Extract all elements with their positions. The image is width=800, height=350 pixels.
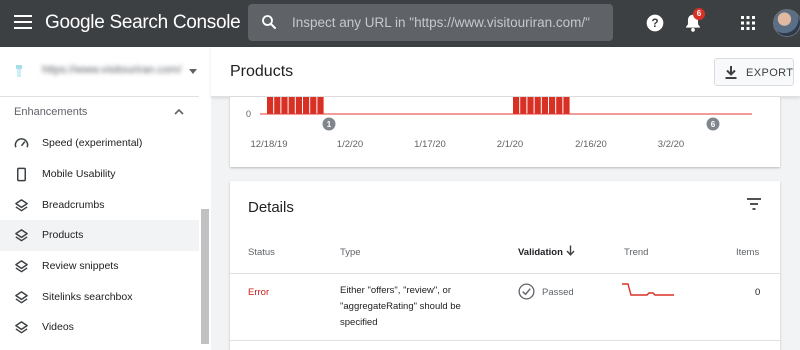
layers-icon bbox=[15, 229, 28, 242]
error-bar bbox=[563, 97, 570, 114]
filter-icon[interactable] bbox=[746, 197, 762, 211]
sidebar-item-products[interactable]: Products bbox=[0, 220, 199, 251]
table-header-divider bbox=[230, 273, 780, 274]
annotation-marker-1[interactable]: 1 bbox=[322, 117, 336, 131]
sidebar-item-label: Review snippets bbox=[42, 260, 119, 272]
top-app-bar: Google Search Console ? 6 bbox=[0, 0, 800, 47]
error-bar bbox=[288, 97, 295, 114]
sidebar-item-review-snippets[interactable]: Review snippets bbox=[0, 251, 199, 282]
layers-icon bbox=[15, 321, 28, 334]
dropdown-arrow-icon[interactable] bbox=[189, 69, 197, 74]
export-button-label: EXPORT bbox=[746, 67, 794, 79]
table-row-divider bbox=[230, 340, 780, 341]
app-title[interactable]: Google Search Console bbox=[45, 12, 241, 34]
sort-descending-icon[interactable] bbox=[566, 245, 575, 256]
sidebar-item-label: Videos bbox=[42, 321, 74, 333]
row-type: Either "offers", "review", or "aggregate… bbox=[340, 285, 461, 328]
layers-icon bbox=[15, 291, 28, 304]
account-avatar[interactable] bbox=[773, 9, 800, 37]
sidebar-scrollbar-thumb[interactable] bbox=[201, 209, 209, 344]
issues-chart[interactable]: 0 1 6 12/18/19 1/2/20 1/17/20 2/1/20 2/1… bbox=[230, 97, 780, 167]
svg-text:?: ? bbox=[651, 17, 658, 30]
error-bar bbox=[310, 97, 317, 114]
column-header-validation[interactable]: Validation bbox=[518, 247, 563, 258]
sidebar-item-videos[interactable]: Videos bbox=[0, 312, 199, 343]
sidebar-item-sitelinks-searchbox[interactable]: Sitelinks searchbox bbox=[0, 282, 199, 313]
search-input[interactable] bbox=[292, 4, 604, 41]
property-selector[interactable]: https://www.visitouriran.com/ bbox=[0, 47, 211, 97]
sidebar-item-label: Mobile Usability bbox=[42, 168, 116, 180]
page-header: Products EXPORT bbox=[211, 47, 800, 97]
url-inspection-search[interactable] bbox=[248, 4, 613, 41]
column-header-trend[interactable]: Trend bbox=[624, 247, 648, 258]
chevron-up-icon[interactable] bbox=[173, 106, 185, 118]
error-bar bbox=[541, 97, 548, 114]
help-icon[interactable]: ? bbox=[645, 13, 665, 33]
x-tick-label: 3/2/20 bbox=[658, 139, 684, 150]
error-bar bbox=[303, 97, 310, 114]
details-card: Details Status Type Validation Trend Ite… bbox=[230, 181, 780, 350]
sidebar-item-breadcrumbs[interactable]: Breadcrumbs bbox=[0, 190, 199, 221]
x-tick-label: 2/1/20 bbox=[497, 139, 523, 150]
error-bar bbox=[549, 97, 556, 114]
check-circle-icon bbox=[518, 283, 535, 300]
annotation-label: 6 bbox=[711, 120, 716, 129]
sidebar-item-label: Speed (experimental) bbox=[42, 137, 143, 149]
sidebar-item-label: Sitelinks searchbox bbox=[42, 291, 133, 303]
x-tick-label: 1/2/20 bbox=[337, 139, 363, 150]
error-bar bbox=[534, 97, 541, 114]
notification-count-badge: 6 bbox=[693, 8, 705, 20]
issues-chart-card: 0 1 6 12/18/19 1/2/20 1/17/20 2/1/20 2/1… bbox=[230, 97, 780, 167]
row-validation: Passed bbox=[542, 287, 574, 298]
error-bar bbox=[556, 97, 563, 114]
details-title: Details bbox=[248, 199, 294, 216]
property-favicon-icon bbox=[16, 65, 22, 77]
export-button[interactable]: EXPORT bbox=[714, 58, 794, 86]
sidebar-item-label: Products bbox=[42, 229, 84, 241]
search-icon bbox=[262, 15, 276, 29]
column-header-status[interactable]: Status bbox=[248, 247, 275, 258]
column-header-type[interactable]: Type bbox=[340, 247, 361, 258]
trend-sparkline bbox=[622, 283, 674, 296]
error-bar bbox=[295, 97, 302, 114]
error-bar bbox=[527, 97, 534, 114]
error-bar bbox=[520, 97, 527, 114]
error-bar bbox=[317, 97, 324, 114]
x-tick-label: 1/17/20 bbox=[414, 139, 446, 150]
speedometer-icon bbox=[14, 138, 29, 148]
layers-icon bbox=[15, 199, 28, 212]
y-tick-label: 0 bbox=[246, 109, 251, 119]
property-url: https://www.visitouriran.com/ bbox=[42, 64, 182, 76]
error-bar bbox=[281, 97, 288, 114]
layers-icon bbox=[15, 260, 28, 273]
error-bar bbox=[513, 97, 520, 114]
annotation-label: 1 bbox=[327, 120, 332, 129]
row-items: 0 bbox=[755, 287, 761, 298]
x-tick-label: 12/18/19 bbox=[251, 139, 288, 150]
sidebar-item-speed[interactable]: Speed (experimental) bbox=[0, 128, 199, 159]
x-tick-label: 2/16/20 bbox=[575, 139, 607, 150]
apps-grid-icon[interactable] bbox=[740, 15, 756, 31]
column-header-items[interactable]: Items bbox=[736, 247, 759, 258]
menu-icon[interactable] bbox=[14, 15, 32, 29]
sidebar-item-mobile-usability[interactable]: Mobile Usability bbox=[0, 159, 199, 190]
sidebar: https://www.visitouriran.com/ Enhancemen… bbox=[0, 47, 211, 350]
enhancements-section-header[interactable]: Enhancements bbox=[14, 106, 87, 118]
sidebar-item-label: Breadcrumbs bbox=[42, 199, 105, 211]
error-bar bbox=[267, 97, 274, 114]
annotation-marker-6[interactable]: 6 bbox=[706, 117, 720, 131]
download-icon bbox=[725, 66, 737, 79]
smartphone-icon bbox=[17, 167, 26, 182]
error-bar bbox=[274, 97, 281, 114]
error-bars bbox=[267, 97, 570, 114]
page-title: Products bbox=[230, 63, 294, 80]
row-status: Error bbox=[248, 287, 270, 298]
